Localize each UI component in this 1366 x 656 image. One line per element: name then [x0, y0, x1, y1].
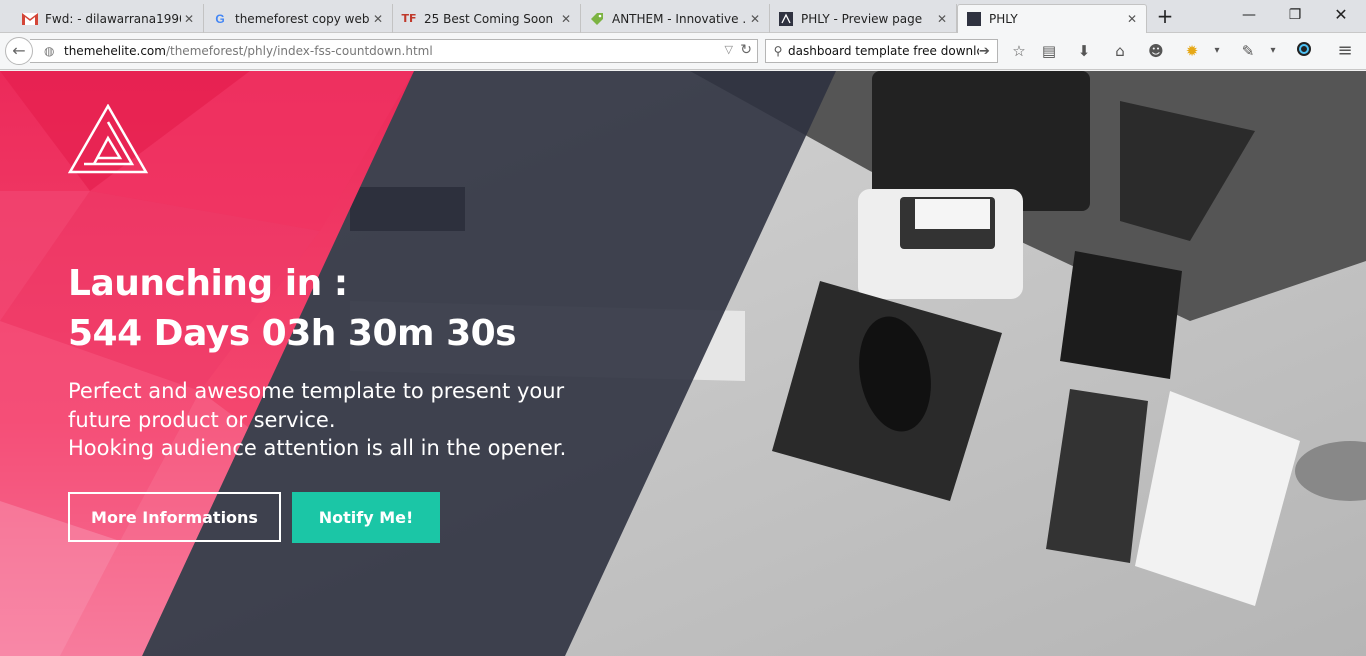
search-value: dashboard template free download — [788, 44, 979, 58]
download-icon[interactable]: ⬇ — [1073, 41, 1095, 63]
address-bar[interactable]: ◍ themehelite.com/themeforest/phly/index… — [30, 39, 758, 63]
tab-title: themeforest copy web... — [235, 11, 370, 26]
close-tab-icon[interactable]: ✕ — [558, 12, 574, 26]
close-tab-icon[interactable]: ✕ — [1124, 12, 1140, 26]
tab-title: PHLY - Preview page — [801, 11, 923, 26]
eyedropper-icon[interactable]: ✎ — [1237, 41, 1259, 63]
browser-tab-bar: Fwd: - dilawarrana1990... ✕ G themefores… — [0, 0, 1366, 33]
tab-title: ANTHEM - Innovative ... — [612, 11, 747, 26]
dropdown-arrow-icon[interactable]: ▽ — [725, 43, 733, 56]
search-icon: ⚲ — [773, 44, 783, 58]
star-icon[interactable]: ☆ — [1008, 41, 1030, 63]
back-arrow-icon: ← — [12, 41, 26, 60]
phly-icon — [966, 11, 982, 27]
browser-tab[interactable]: G themeforest copy web... ✕ — [204, 4, 393, 33]
home-icon[interactable]: ⌂ — [1109, 41, 1131, 63]
google-icon: G — [215, 11, 225, 26]
brand-logo-icon — [68, 104, 148, 174]
browser-tab[interactable]: TF 25 Best Coming Soon ... ✕ — [393, 4, 581, 33]
globe-icon: ◍ — [44, 44, 55, 58]
menu-icon[interactable]: ≡ — [1334, 41, 1356, 63]
restore-icon[interactable]: ❐ — [1272, 4, 1318, 28]
hero-tagline: Perfect and awesome template to present … — [68, 377, 628, 463]
tag-icon — [589, 11, 605, 27]
close-tab-icon[interactable]: ✕ — [934, 12, 950, 26]
close-tab-icon[interactable]: ✕ — [370, 12, 386, 26]
url-host: themehelite.com — [64, 44, 166, 58]
tab-title: PHLY — [989, 12, 1018, 26]
hero-section: Launching in : 544 Days 03h 30m 30s Perf… — [0, 71, 1366, 656]
more-informations-button[interactable]: More Informations — [68, 492, 281, 542]
browser-tab[interactable]: Fwd: - dilawarrana1990... ✕ — [14, 4, 204, 33]
close-tab-icon[interactable]: ✕ — [181, 12, 197, 26]
pink-polygon-panel — [0, 71, 414, 656]
browser-tab-active[interactable]: PHLY ✕ — [957, 4, 1147, 33]
reload-icon[interactable]: ↻ — [740, 42, 752, 58]
gmail-icon — [22, 11, 38, 27]
extension-icon[interactable]: ✹ — [1181, 41, 1203, 63]
phly-icon — [778, 11, 794, 27]
countdown-timer: 544 Days 03h 30m 30s — [68, 313, 517, 354]
color-icon[interactable] — [1293, 41, 1315, 63]
close-window-icon[interactable]: ✕ — [1318, 4, 1364, 28]
minimize-icon[interactable]: — — [1226, 4, 1272, 28]
browser-tab[interactable]: PHLY - Preview page ✕ — [770, 4, 957, 33]
tagline-line: future product or service. — [68, 407, 336, 432]
chat-icon[interactable]: ☻ — [1145, 41, 1167, 63]
close-tab-icon[interactable]: ✕ — [747, 12, 763, 26]
url-path: /themeforest/phly/index-fss-countdown.ht… — [165, 44, 433, 58]
tf-icon: TF — [401, 12, 417, 25]
tab-title: 25 Best Coming Soon ... — [424, 11, 558, 26]
dropdown-icon[interactable]: ▾ — [1262, 41, 1284, 63]
back-button[interactable]: ← — [5, 37, 33, 65]
search-go-icon[interactable]: ➔ — [979, 44, 997, 59]
launch-label: Launching in : — [68, 263, 348, 304]
tagline-line: Perfect and awesome template to present … — [68, 379, 565, 403]
tagline-line: Hooking audience attention is all in the… — [68, 436, 567, 460]
notify-me-button[interactable]: Notify Me! — [292, 492, 440, 543]
launch-heading: Launching in : 544 Days 03h 30m 30s — [68, 259, 517, 359]
new-tab-button[interactable]: + — [1154, 6, 1176, 28]
reader-icon[interactable]: ▤ — [1038, 41, 1060, 63]
browser-tab[interactable]: ANTHEM - Innovative ... ✕ — [581, 4, 770, 33]
search-input[interactable]: ⚲ dashboard template free download ➔ — [765, 39, 998, 63]
dropdown-icon[interactable]: ▾ — [1206, 41, 1228, 63]
tab-title: Fwd: - dilawarrana1990... — [45, 11, 181, 26]
